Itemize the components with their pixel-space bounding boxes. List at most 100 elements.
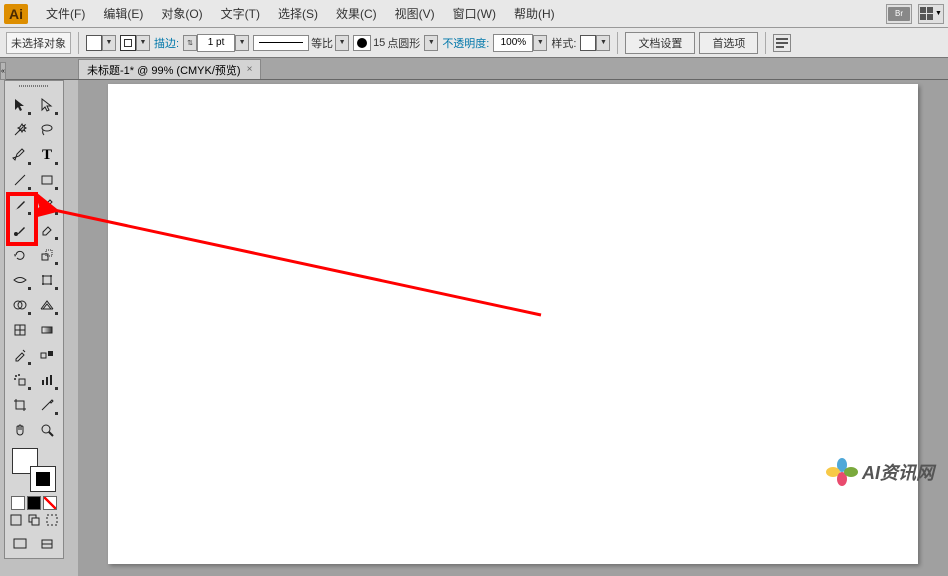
menu-help[interactable]: 帮助(H) [506, 3, 563, 24]
blob-brush-tool[interactable] [7, 218, 33, 242]
symbol-sprayer-tool[interactable] [7, 368, 33, 392]
column-graph-tool[interactable] [34, 368, 60, 392]
bridge-icon: Br [888, 7, 910, 21]
slice-tool[interactable] [34, 393, 60, 417]
artboard[interactable] [108, 84, 918, 564]
eraser-tool[interactable] [34, 218, 60, 242]
direct-selection-tool[interactable] [34, 93, 60, 117]
arrange-documents-button[interactable]: ▼ [918, 4, 944, 24]
close-icon[interactable]: × [247, 64, 253, 75]
selection-tool[interactable] [7, 93, 33, 117]
opacity-control[interactable]: ▼ [493, 34, 547, 52]
toolbox-more-button[interactable] [34, 532, 60, 556]
draw-normal-button[interactable] [8, 512, 24, 528]
free-transform-tool[interactable] [34, 268, 60, 292]
chevron-down-icon: ▼ [424, 35, 438, 51]
menu-type[interactable]: 文字(T) [213, 3, 268, 24]
artboard-tool[interactable] [7, 393, 33, 417]
chevron-down-icon: ▼ [235, 35, 249, 51]
chevron-down-icon: ▼ [596, 35, 610, 51]
stroke-profile-label: 等比 [309, 35, 335, 51]
chevron-down-icon: ▼ [335, 35, 349, 51]
style-label: 样式: [551, 35, 576, 51]
screen-mode-button[interactable] [7, 532, 33, 556]
align-icon [774, 35, 790, 51]
opacity-label[interactable]: 不透明度: [442, 35, 489, 51]
width-tool[interactable] [7, 268, 33, 292]
mesh-tool[interactable] [7, 318, 33, 342]
scale-tool[interactable] [34, 243, 60, 267]
menu-effect[interactable]: 效果(C) [328, 3, 385, 24]
pen-tool[interactable] [7, 143, 33, 167]
menu-select[interactable]: 选择(S) [270, 3, 326, 24]
panel-collapse-button[interactable]: « [0, 62, 6, 80]
blend-tool[interactable] [34, 343, 60, 367]
stroke-weight-stepper[interactable]: ⇅ ▼ [183, 34, 249, 52]
fill-stroke-swatches[interactable] [6, 448, 62, 492]
selection-status: 未选择对象 [6, 32, 71, 54]
app-logo: Ai [4, 4, 28, 24]
menu-object[interactable]: 对象(O) [153, 3, 210, 24]
align-icon-button[interactable] [773, 34, 791, 52]
rectangle-tool[interactable] [34, 168, 60, 192]
menu-view[interactable]: 视图(V) [387, 3, 443, 24]
style-swatch-icon [580, 35, 596, 51]
bridge-button[interactable]: Br [886, 4, 912, 24]
chevron-down-icon: ▼ [533, 35, 547, 51]
brush-name-label: 点圆形 [387, 35, 424, 51]
toolbox-grip[interactable] [5, 81, 63, 91]
brush-preview-icon [357, 38, 367, 48]
document-tab-title: 未标题-1* @ 99% (CMYK/预览) [87, 62, 241, 78]
none-mode-button[interactable] [43, 496, 57, 510]
color-mode-button[interactable] [11, 496, 25, 510]
zoom-tool[interactable] [34, 418, 60, 442]
chevron-down-icon: ▼ [136, 35, 150, 51]
menu-window[interactable]: 窗口(W) [445, 3, 504, 24]
stroke-color-swatch[interactable] [30, 466, 56, 492]
gradient-tool[interactable] [34, 318, 60, 342]
line-preview-icon [253, 35, 309, 51]
brush-select[interactable]: 15 点圆形 ▼ [353, 35, 438, 51]
fill-swatch-icon [86, 35, 102, 51]
gradient-mode-button[interactable] [27, 496, 41, 510]
draw-inside-button[interactable] [44, 512, 60, 528]
rotate-tool[interactable] [7, 243, 33, 267]
menu-file[interactable]: 文件(F) [38, 3, 93, 24]
fill-swatch-control[interactable]: ▼ [86, 35, 116, 51]
toolbox: T [4, 80, 64, 559]
preferences-button[interactable]: 首选项 [699, 32, 758, 54]
options-bar: 未选择对象 ▼ ▼ 描边: ⇅ ▼ 等比 ▼ 15 点圆形 ▼ 不透明度: ▼ … [0, 28, 948, 58]
opacity-input[interactable] [493, 34, 533, 52]
chevron-down-icon: ▼ [102, 35, 116, 51]
document-tab[interactable]: 未标题-1* @ 99% (CMYK/预览) × [78, 59, 261, 79]
magic-wand-tool[interactable] [7, 118, 33, 142]
shape-builder-tool[interactable] [7, 293, 33, 317]
watermark-text: AI资讯网 [862, 459, 934, 485]
brush-size-label: 15 [371, 37, 387, 49]
canvas-area[interactable] [78, 80, 948, 576]
menu-edit[interactable]: 编辑(E) [95, 3, 151, 24]
line-tool[interactable] [7, 168, 33, 192]
type-tool[interactable]: T [34, 143, 60, 167]
stepper-icon: ⇅ [183, 35, 197, 51]
stroke-profile-select[interactable]: 等比 ▼ [253, 35, 349, 51]
stroke-weight-input[interactable] [197, 34, 235, 52]
stroke-swatch-control[interactable]: ▼ [120, 35, 150, 51]
document-tab-bar: 未标题-1* @ 99% (CMYK/预览) × [0, 58, 948, 80]
perspective-grid-tool[interactable] [34, 293, 60, 317]
chevron-down-icon: ▼ [935, 10, 942, 17]
style-select[interactable]: ▼ [580, 35, 610, 51]
document-setup-button[interactable]: 文档设置 [625, 32, 695, 54]
stroke-swatch-icon [120, 35, 136, 51]
draw-behind-button[interactable] [26, 512, 42, 528]
pencil-tool[interactable] [34, 193, 60, 217]
watermark: AI资讯网 [828, 458, 934, 486]
watermark-logo-icon [828, 458, 856, 486]
stroke-label[interactable]: 描边: [154, 35, 179, 51]
paintbrush-tool[interactable] [7, 193, 33, 217]
grid-icon [920, 7, 933, 20]
menubar: Ai 文件(F) 编辑(E) 对象(O) 文字(T) 选择(S) 效果(C) 视… [0, 0, 948, 28]
lasso-tool[interactable] [34, 118, 60, 142]
eyedropper-tool[interactable] [7, 343, 33, 367]
hand-tool[interactable] [7, 418, 33, 442]
